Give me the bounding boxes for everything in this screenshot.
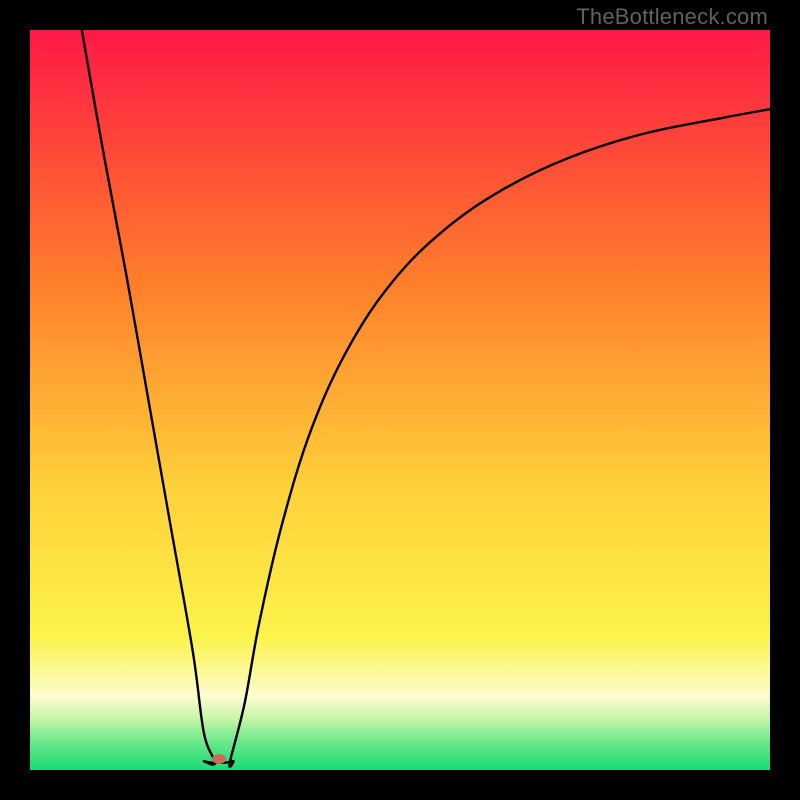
plot-area	[30, 30, 770, 770]
watermark-text: TheBottleneck.com	[576, 4, 768, 30]
chart-frame: TheBottleneck.com	[0, 0, 800, 800]
optimum-marker	[212, 754, 226, 764]
bottleneck-curve	[30, 30, 770, 770]
